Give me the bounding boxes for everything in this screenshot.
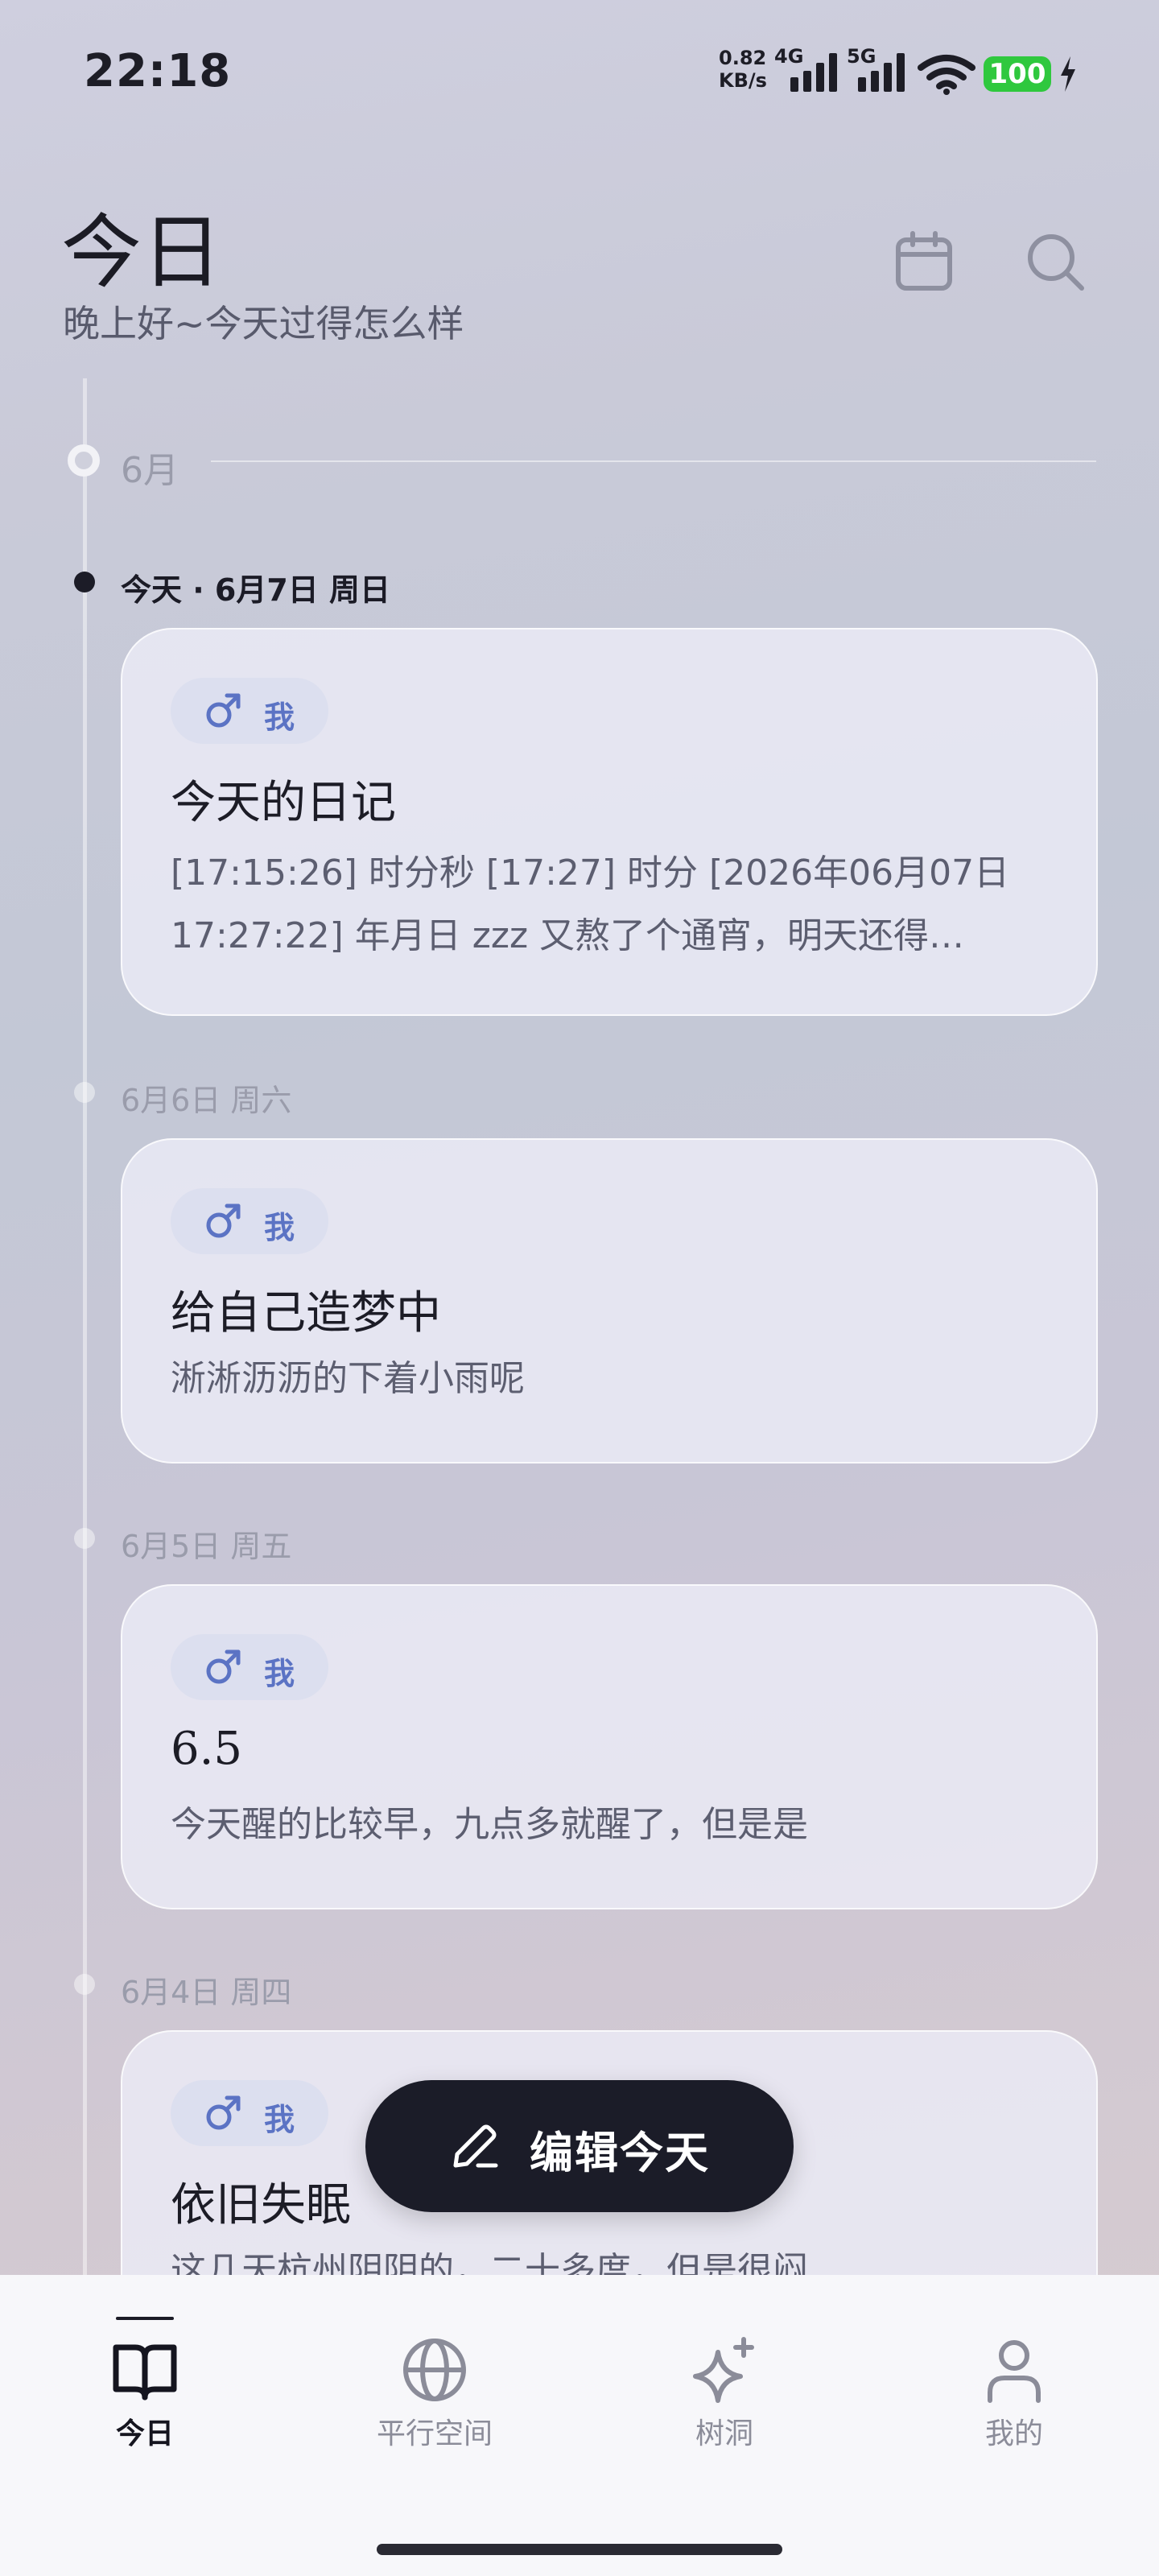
day-label: 6月4日 周四: [121, 1975, 292, 2010]
diary-card[interactable]: 我 今天的日记 [17:15:26] 时分秒 [17:27] 时分 [2026年…: [121, 628, 1098, 1016]
male-icon: [206, 1203, 241, 1238]
author-name: 我: [264, 2102, 295, 2137]
timeline-dot: [74, 1528, 95, 1549]
home-indicator[interactable]: [377, 2544, 782, 2555]
sparkle-icon: [693, 2337, 754, 2403]
globe-icon: [403, 2339, 466, 2401]
page-subtitle: 晚上好~今天过得怎么样: [63, 302, 464, 345]
person-icon: [988, 2340, 1041, 2403]
nav-label-mine: 我的: [984, 2417, 1043, 2450]
net-speed-unit: KB/s: [719, 69, 767, 92]
entry-title: 6.5: [171, 1723, 243, 1775]
net-speed-value: 0.82: [719, 47, 767, 69]
charging-icon: [1061, 56, 1075, 92]
status-bar: 22:18 0.82 KB/s 4G 5G 100: [0, 0, 1159, 145]
bottom-nav: 今日 平行空间 树洞 我的: [0, 2275, 1159, 2576]
nav-active-indicator: [116, 2317, 174, 2320]
entry-title: 依旧失眠: [171, 2179, 351, 2231]
nav-label-today: 今日: [115, 2417, 174, 2450]
nav-item-tree-hole[interactable]: 树洞: [580, 2275, 869, 2468]
month-marker: [68, 444, 100, 477]
calendar-icon[interactable]: [892, 230, 956, 295]
day-label: 今天 · 6月7日 周日: [121, 572, 391, 608]
author-name: 我: [264, 700, 295, 735]
nav-item-parallel-space[interactable]: 平行空间: [290, 2275, 580, 2468]
entry-preview: 今天醒的比较早，九点多就醒了，但是是: [171, 1804, 808, 1845]
timeline-dot: [74, 1082, 95, 1103]
nav-label-parallel-space: 平行空间: [376, 2417, 493, 2450]
edit-today-label: 编辑今天: [530, 2128, 710, 2178]
male-icon: [206, 693, 241, 728]
book-icon: [113, 2344, 177, 2401]
signal-5g-icon: 5G: [847, 47, 905, 92]
search-icon[interactable]: [1024, 230, 1088, 295]
day-label: 6月5日 周五: [121, 1529, 292, 1564]
pencil-icon: [453, 2124, 498, 2168]
author-chip: 我: [171, 1634, 328, 1700]
author-chip: 我: [171, 1188, 328, 1254]
status-time: 22:18: [84, 45, 232, 97]
battery-indicator: 100: [984, 56, 1051, 92]
male-icon: [206, 2095, 241, 2130]
timeline-dot: [74, 1974, 95, 1995]
author-name: 我: [264, 1210, 295, 1245]
nav-label-tree-hole: 树洞: [695, 2417, 753, 2450]
entry-title: 今天的日记: [171, 777, 396, 829]
signal-4g-icon: 4G: [774, 47, 837, 92]
nav-item-today[interactable]: 今日: [0, 2275, 290, 2468]
diary-card[interactable]: 我 6.5 今天醒的比较早，九点多就醒了，但是是: [121, 1584, 1098, 1909]
author-chip: 我: [171, 2080, 328, 2146]
author-chip: 我: [171, 678, 328, 744]
day-label: 6月6日 周六: [121, 1083, 292, 1118]
author-name: 我: [264, 1656, 295, 1691]
diary-card[interactable]: 我 给自己造梦中 淅淅沥沥的下着小雨呢: [121, 1138, 1098, 1463]
timeline-dot: [74, 572, 95, 592]
month-divider: [211, 460, 1096, 462]
month-label: 6月: [121, 450, 179, 491]
nav-item-mine[interactable]: 我的: [869, 2275, 1159, 2468]
entry-preview: 淅淅沥沥的下着小雨呢: [171, 1358, 525, 1399]
net-speed: 0.82 KB/s: [719, 47, 767, 92]
entry-preview: [17:15:26] 时分秒 [17:27] 时分 [2026年06月07日 1…: [171, 852, 1010, 956]
male-icon: [206, 1649, 241, 1684]
edit-today-button[interactable]: 编辑今天: [365, 2080, 794, 2212]
entry-title: 给自己造梦中: [171, 1287, 441, 1340]
page-title: 今日: [61, 205, 222, 299]
wifi-icon: [918, 55, 975, 95]
